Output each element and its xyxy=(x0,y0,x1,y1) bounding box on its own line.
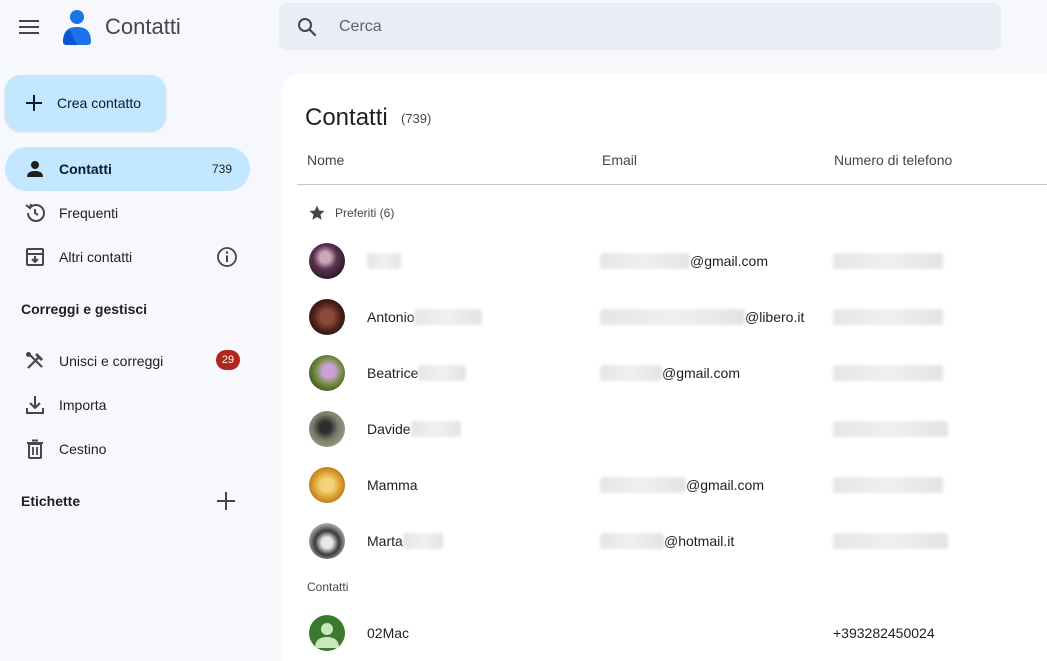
table-row[interactable]: Davide xyxy=(282,401,1047,457)
sidebar-item-merge[interactable]: Unisci e correggi 29 xyxy=(5,339,250,383)
redacted-text xyxy=(600,477,686,493)
redacted-text xyxy=(833,365,943,381)
sidebar-item-label: Unisci e correggi xyxy=(59,353,164,369)
contacts-app: Contatti Crea contatto Contatti 739 xyxy=(0,0,1047,661)
column-header-name[interactable]: Nome xyxy=(307,152,344,168)
create-contact-label: Crea contatto xyxy=(57,95,142,111)
contacts-panel: Contatti (739) Nome Email Numero di tele… xyxy=(282,74,1047,661)
merge-tools-icon xyxy=(26,352,43,369)
redacted-text xyxy=(833,253,943,269)
labels-heading: Etichette xyxy=(21,493,81,509)
redacted-text xyxy=(414,309,483,325)
redacted-text xyxy=(833,477,943,493)
contact-email: @gmail.com xyxy=(600,365,740,381)
page-count: (739) xyxy=(401,111,432,126)
star-icon xyxy=(309,205,325,220)
contact-name: 02Mac xyxy=(367,625,410,641)
sidebar-item-label: Contatti xyxy=(59,161,112,177)
table-row[interactable]: Antonio @libero.it xyxy=(282,289,1047,345)
create-contact-button[interactable]: Crea contatto xyxy=(5,75,166,131)
contact-email: @hotmail.it xyxy=(600,533,734,549)
contact-phone xyxy=(833,533,948,549)
contact-name xyxy=(367,253,401,269)
app-title: Contatti xyxy=(105,14,181,39)
avatar xyxy=(309,523,345,559)
contact-name: Davide xyxy=(367,421,461,437)
redacted-text xyxy=(600,533,664,549)
sidebar-item-label: Frequenti xyxy=(59,205,119,221)
contact-phone xyxy=(833,477,943,493)
table-row[interactable]: Marta @hotmail.it xyxy=(282,513,1047,569)
sidebar-item-label: Importa xyxy=(59,397,107,413)
contact-name: Antonio xyxy=(367,309,483,325)
column-header-phone[interactable]: Numero di telefono xyxy=(834,152,952,168)
contact-email: @gmail.com xyxy=(600,477,764,493)
avatar xyxy=(309,299,345,335)
redacted-text xyxy=(410,421,461,437)
redacted-text xyxy=(367,253,401,269)
redacted-text xyxy=(833,533,948,549)
sidebar-item-trash[interactable]: Cestino xyxy=(5,427,250,471)
table-row[interactable]: 02Mac +393282450024 xyxy=(282,605,1047,661)
add-label-icon[interactable] xyxy=(213,488,239,514)
sidebar-item-label: Cestino xyxy=(59,441,107,457)
plus-icon xyxy=(26,95,42,111)
top-bar: Contatti xyxy=(0,0,1047,56)
avatar xyxy=(309,243,345,279)
contacts-count: 739 xyxy=(211,162,232,176)
redacted-text xyxy=(402,533,443,549)
contacts-logo-icon[interactable] xyxy=(62,9,92,45)
table-row[interactable]: @gmail.com xyxy=(282,233,1047,289)
info-icon[interactable] xyxy=(215,245,239,269)
redacted-text xyxy=(600,253,690,269)
column-header-email[interactable]: Email xyxy=(602,152,637,168)
archive-icon xyxy=(26,248,44,266)
contact-phone xyxy=(833,309,943,325)
contact-name: Marta xyxy=(367,533,443,549)
redacted-text xyxy=(600,365,662,381)
contact-name: Beatrice xyxy=(367,365,467,381)
hamburger-menu-icon xyxy=(19,20,39,34)
merge-count-badge: 29 xyxy=(216,350,240,370)
default-avatar-icon xyxy=(315,623,339,648)
contact-name: Mamma xyxy=(367,477,418,493)
page-title: Contatti xyxy=(305,104,388,131)
redacted-text xyxy=(418,365,467,381)
avatar xyxy=(309,411,345,447)
avatar xyxy=(309,355,345,391)
sidebar-item-frequent[interactable]: Frequenti xyxy=(5,191,250,235)
search-bar[interactable] xyxy=(279,3,1001,50)
table-row[interactable]: Beatrice @gmail.com xyxy=(282,345,1047,401)
redacted-text xyxy=(833,421,948,437)
download-icon xyxy=(26,396,44,414)
sidebar-item-other-contacts[interactable]: Altri contatti xyxy=(5,235,250,279)
header-divider xyxy=(297,184,1047,185)
redacted-text xyxy=(833,309,943,325)
sidebar-item-contacts[interactable]: Contatti 739 xyxy=(5,147,250,191)
history-icon xyxy=(25,203,45,222)
favorites-heading: Preferiti (6) xyxy=(335,206,395,220)
contact-phone xyxy=(833,421,948,437)
table-row[interactable]: Mamma @gmail.com xyxy=(282,457,1047,513)
sidebar-item-import[interactable]: Importa xyxy=(5,383,250,427)
sidebar-item-label: Altri contatti xyxy=(59,249,133,265)
trash-icon xyxy=(27,439,43,459)
contact-email: @libero.it xyxy=(600,309,804,325)
contact-phone: +393282450024 xyxy=(833,625,935,641)
search-icon[interactable] xyxy=(295,15,319,39)
contacts-group-heading: Contatti xyxy=(307,580,349,594)
redacted-text xyxy=(600,309,745,325)
person-icon xyxy=(27,161,43,177)
avatar xyxy=(309,615,345,651)
search-input[interactable] xyxy=(339,3,979,50)
avatar xyxy=(309,467,345,503)
main-menu-button[interactable] xyxy=(9,7,49,47)
contact-phone xyxy=(833,253,943,269)
contact-email: @gmail.com xyxy=(600,253,768,269)
manage-heading: Correggi e gestisci xyxy=(21,301,148,317)
contact-phone xyxy=(833,365,943,381)
